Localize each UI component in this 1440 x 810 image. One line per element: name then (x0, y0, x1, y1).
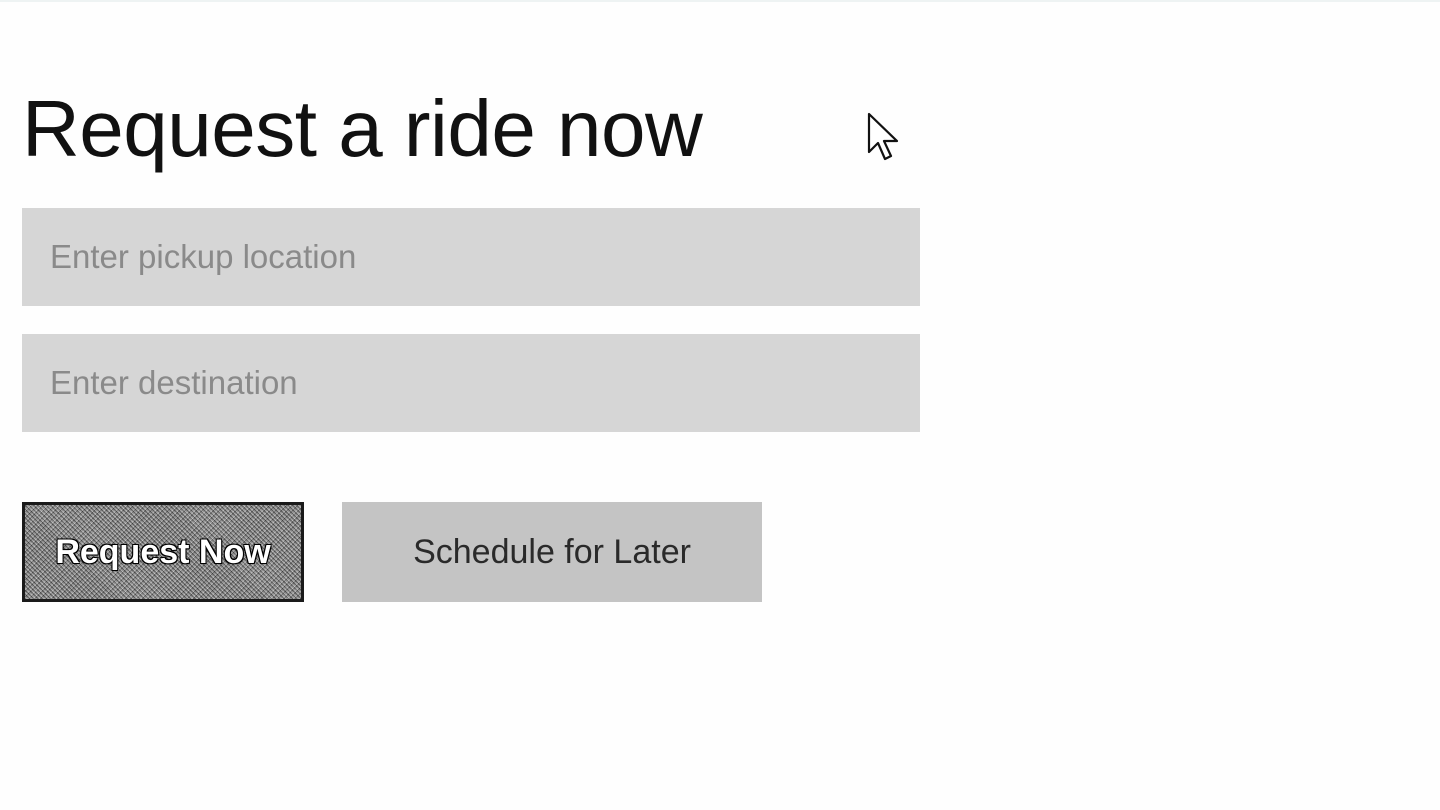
mouse-pointer-icon (867, 112, 899, 161)
request-now-button[interactable]: Request Now (22, 502, 304, 602)
schedule-for-later-label: Schedule for Later (413, 532, 691, 571)
ride-request-page: Request a ride now Request Now Schedule … (0, 0, 1440, 810)
pickup-location-input[interactable] (22, 208, 920, 306)
page-title: Request a ride now (22, 84, 703, 173)
schedule-for-later-button[interactable]: Schedule for Later (342, 502, 762, 602)
request-now-label: Request Now (55, 532, 271, 571)
destination-input[interactable] (22, 334, 920, 432)
